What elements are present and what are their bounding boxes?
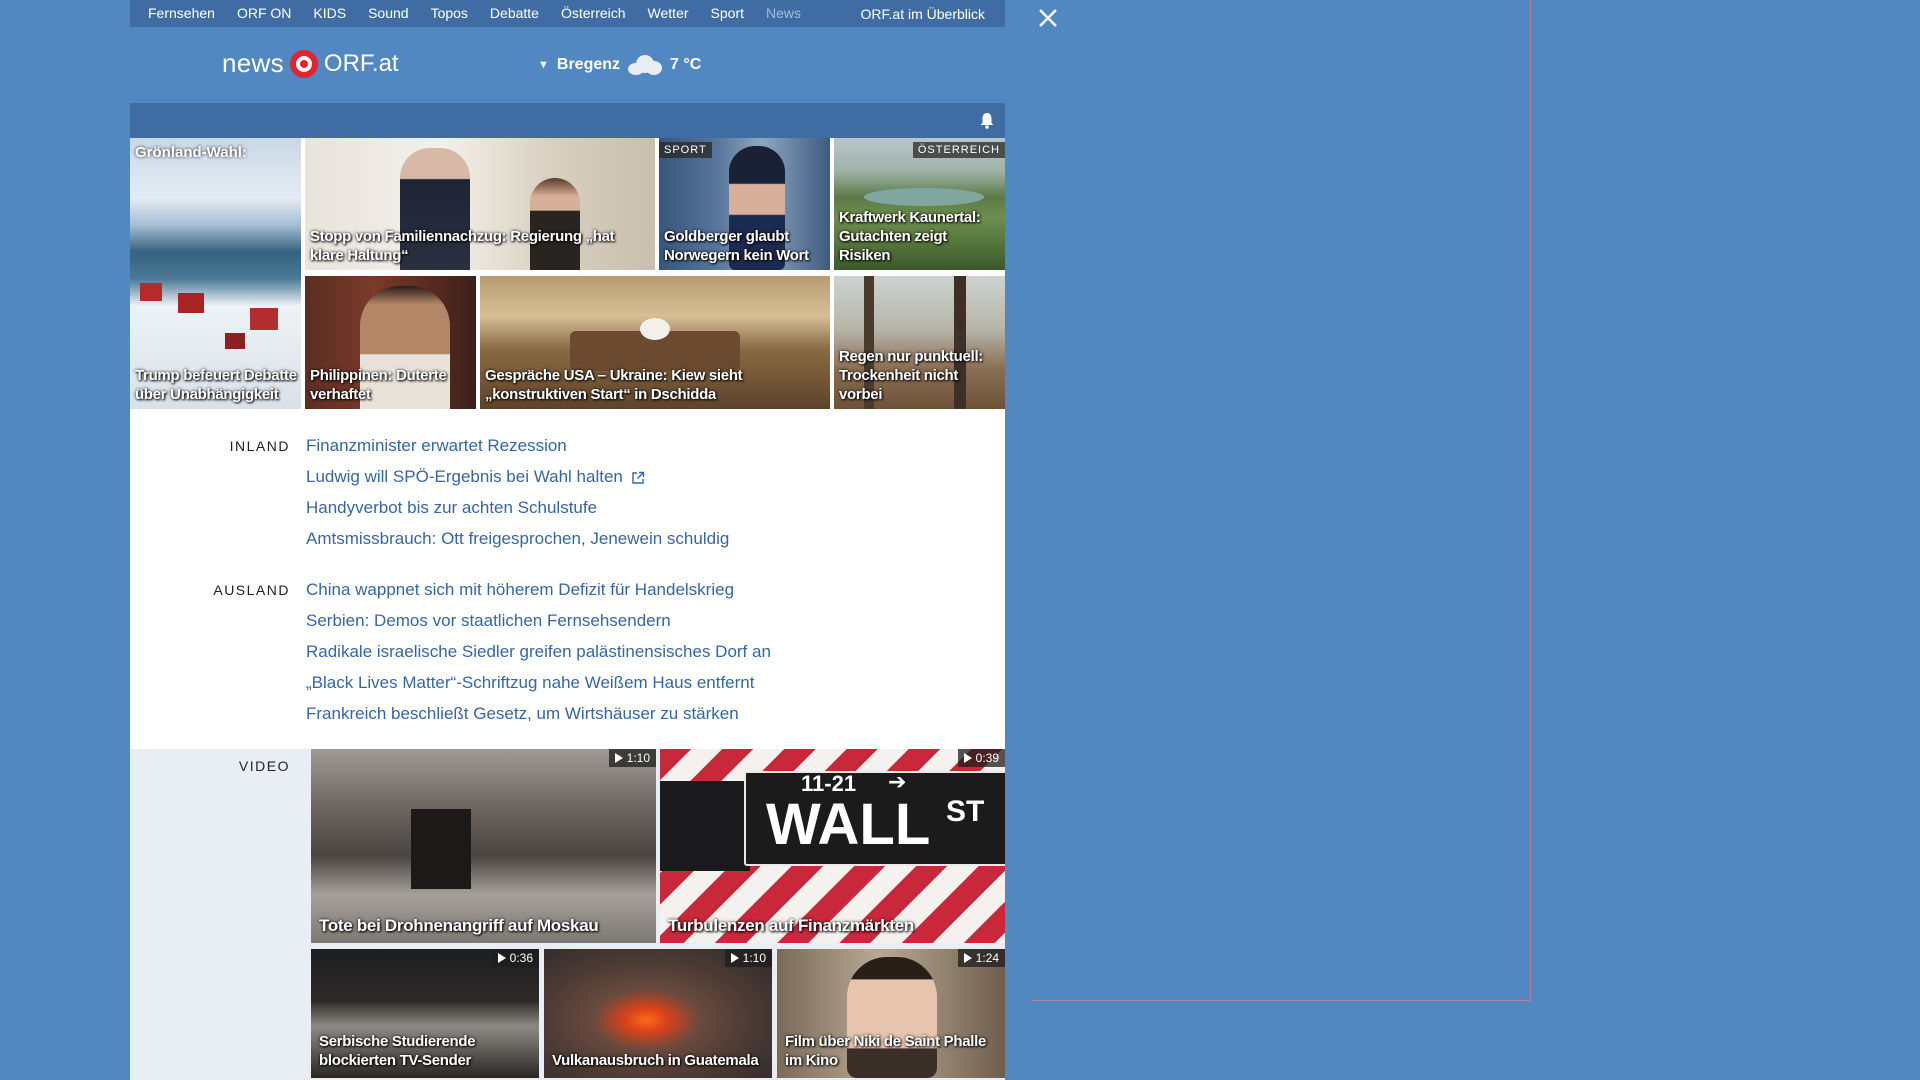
- video-duration-text: 0:36: [509, 951, 533, 965]
- video-section: VIDEO 1:10 Tote bei Drohnenangriff auf M…: [130, 749, 1005, 1080]
- nav-item-oesterreich[interactable]: Österreich: [550, 0, 637, 27]
- nav-item-debatte[interactable]: Debatte: [479, 0, 550, 27]
- tile-caption: Kraftwerk Kaunertal: Gutachten zeigt Ris…: [839, 209, 981, 264]
- video-duration: 0:36: [491, 949, 539, 967]
- bell-icon[interactable]: [979, 112, 995, 129]
- nav-item-topos[interactable]: Topos: [420, 0, 479, 27]
- video-tile-drohnenangriff[interactable]: 1:10 Tote bei Drohnenangriff auf Moskau: [311, 749, 656, 943]
- section-label-video: VIDEO: [238, 758, 290, 774]
- overlay-panel: [1031, 0, 1531, 1001]
- headline-link[interactable]: China wappnet sich mit höherem Defizit f…: [306, 574, 771, 605]
- tile-image: [640, 318, 670, 340]
- section-label-inland: INLAND: [229, 438, 290, 454]
- cloud-icon: [628, 55, 663, 75]
- site-logo[interactable]: news ORF.at: [222, 48, 399, 79]
- external-link-icon: [632, 471, 645, 484]
- nav-item-wetter[interactable]: Wetter: [637, 0, 700, 27]
- news-tile-kaunertal[interactable]: ÖSTERREICH Kraftwerk Kaunertal: Gutachte…: [834, 138, 1005, 270]
- wall-street-sign: 11-21 ➔ WALL ST: [744, 769, 1005, 866]
- tile-caption: Stopp von Familiennachzug: Regierung „ha…: [310, 228, 615, 264]
- tile-caption: Philippinen: Duterte verhaftet: [310, 367, 447, 403]
- video-tile-vulkan[interactable]: 1:10 Vulkanausbruch in Guatemala: [544, 949, 772, 1078]
- sign-main-text: WALL: [766, 792, 931, 857]
- nav-item-sound[interactable]: Sound: [357, 0, 419, 27]
- logo-news-text: news: [222, 48, 284, 78]
- video-duration: 1:10: [724, 949, 772, 967]
- orf-eye-icon: [289, 49, 318, 78]
- main-content: Grönland-Wahl: Trump befeuert Debatte üb…: [130, 103, 1005, 1080]
- tile-caption: Vulkanausbruch in Guatemala: [552, 1052, 759, 1069]
- news-tile-usa-ukraine[interactable]: Gespräche USA – Ukraine: Kiew sieht „kon…: [480, 276, 830, 409]
- play-icon: [614, 753, 623, 763]
- headline-link-external[interactable]: Ludwig will SPÖ-Ergebnis bei Wahl halten: [306, 461, 729, 492]
- news-tile-duterte[interactable]: Philippinen: Duterte verhaftet: [305, 276, 476, 409]
- nav-overview-link[interactable]: ORF.at im Überblick: [861, 6, 985, 22]
- video-duration-text: 0:39: [975, 751, 999, 765]
- headline-link[interactable]: Serbien: Demos vor staatlichen Fernsehse…: [306, 605, 771, 636]
- video-duration: 0:39: [957, 749, 1005, 767]
- play-icon: [963, 953, 972, 963]
- weather-location: Bregenz: [556, 56, 621, 73]
- tile-image: [225, 333, 245, 349]
- play-icon: [963, 753, 972, 763]
- tile-image: [250, 308, 278, 330]
- logo-brand-text: ORF.at: [323, 49, 399, 77]
- nav-item-news[interactable]: News: [755, 0, 812, 27]
- news-tile-groenland[interactable]: Grönland-Wahl: Trump befeuert Debatte üb…: [130, 138, 301, 409]
- tile-image: [140, 283, 162, 301]
- top-navigation: Fernsehen ORF ON KIDS Sound Topos Debatt…: [130, 0, 1005, 27]
- video-tile-saint-phalle[interactable]: 1:24 Film über Niki de Saint Phalle im K…: [777, 949, 1005, 1078]
- tile-caption: Turbulenzen auf Finanzmärkten: [668, 916, 915, 935]
- inland-link-list: Finanzminister erwartet Rezession Ludwig…: [306, 430, 729, 554]
- tile-image: [178, 293, 204, 313]
- tile-caption: Tote bei Drohnenangriff auf Moskau: [319, 916, 599, 935]
- video-duration-text: 1:10: [742, 951, 766, 965]
- news-tile-trockenheit[interactable]: Regen nur punktuell: Trockenheit nicht v…: [834, 276, 1005, 409]
- tile-caption-top: Grönland-Wahl:: [135, 144, 247, 161]
- headline-link[interactable]: Finanzminister erwartet Rezession: [306, 430, 729, 461]
- video-tile-wall-street[interactable]: 11-21 ➔ WALL ST 0:39 Turbulenzen auf Fin…: [660, 749, 1005, 943]
- video-tile-serbien[interactable]: 0:36 Serbische Studierende blockierten T…: [311, 949, 539, 1078]
- close-icon[interactable]: [1036, 6, 1060, 30]
- section-label-ausland: AUSLAND: [213, 582, 290, 598]
- tile-caption: Goldberger glaubt Norwegern kein Wort: [664, 228, 809, 264]
- headline-link[interactable]: Amtsmissbrauch: Ott freigesprochen, Jene…: [306, 523, 729, 554]
- sign-st-text: ST: [946, 795, 985, 828]
- video-duration-text: 1:10: [626, 751, 650, 765]
- tile-image: [864, 188, 984, 206]
- tile-image: [411, 809, 471, 889]
- headline-link[interactable]: Radikale israelische Siedler greifen pal…: [306, 636, 771, 667]
- nav-item-orf-on[interactable]: ORF ON: [226, 0, 302, 27]
- tile-image: [660, 781, 750, 871]
- tile-caption: Gespräche USA – Ukraine: Kiew sieht „kon…: [485, 367, 743, 403]
- headline-link[interactable]: Frankreich beschließt Gesetz, um Wirtshä…: [306, 698, 771, 729]
- tile-caption: Regen nur punktuell: Trockenheit nicht v…: [839, 348, 984, 403]
- video-duration: 1:24: [957, 949, 1005, 967]
- tile-caption: Serbische Studierende blockierten TV-Sen…: [319, 1033, 476, 1069]
- weather-temperature: 7 °C: [670, 56, 702, 73]
- weather-widget[interactable]: ▼ Bregenz 7 °C: [538, 55, 701, 75]
- play-icon: [497, 953, 506, 963]
- category-tag: SPORT: [659, 142, 712, 158]
- ausland-link-list: China wappnet sich mit höherem Defizit f…: [306, 574, 771, 729]
- headline-link[interactable]: „Black Lives Matter“-Schriftzug nahe Wei…: [306, 667, 771, 698]
- video-duration-text: 1:24: [975, 951, 999, 965]
- category-tag: ÖSTERREICH: [912, 142, 1005, 158]
- tile-caption: Trump befeuert Debatte über Unabhängigke…: [135, 367, 297, 403]
- topic-bar: [130, 103, 1005, 138]
- tile-caption: Film über Niki de Saint Phalle im Kino: [785, 1033, 987, 1069]
- nav-item-sport[interactable]: Sport: [700, 0, 755, 27]
- headline-link[interactable]: Handyverbot bis zur achten Schulstufe: [306, 492, 729, 523]
- news-tile-goldberger[interactable]: SPORT Goldberger glaubt Norwegern kein W…: [659, 138, 830, 270]
- nav-item-kids[interactable]: KIDS: [302, 0, 357, 27]
- chevron-down-icon: ▼: [538, 59, 549, 71]
- nav-item-fernsehen[interactable]: Fernsehen: [130, 0, 226, 27]
- news-tile-familiennachzug[interactable]: Stopp von Familiennachzug: Regierung „ha…: [305, 138, 655, 270]
- play-icon: [730, 953, 739, 963]
- headline-link-text: Ludwig will SPÖ-Ergebnis bei Wahl halten: [306, 467, 623, 486]
- video-duration: 1:10: [608, 749, 656, 767]
